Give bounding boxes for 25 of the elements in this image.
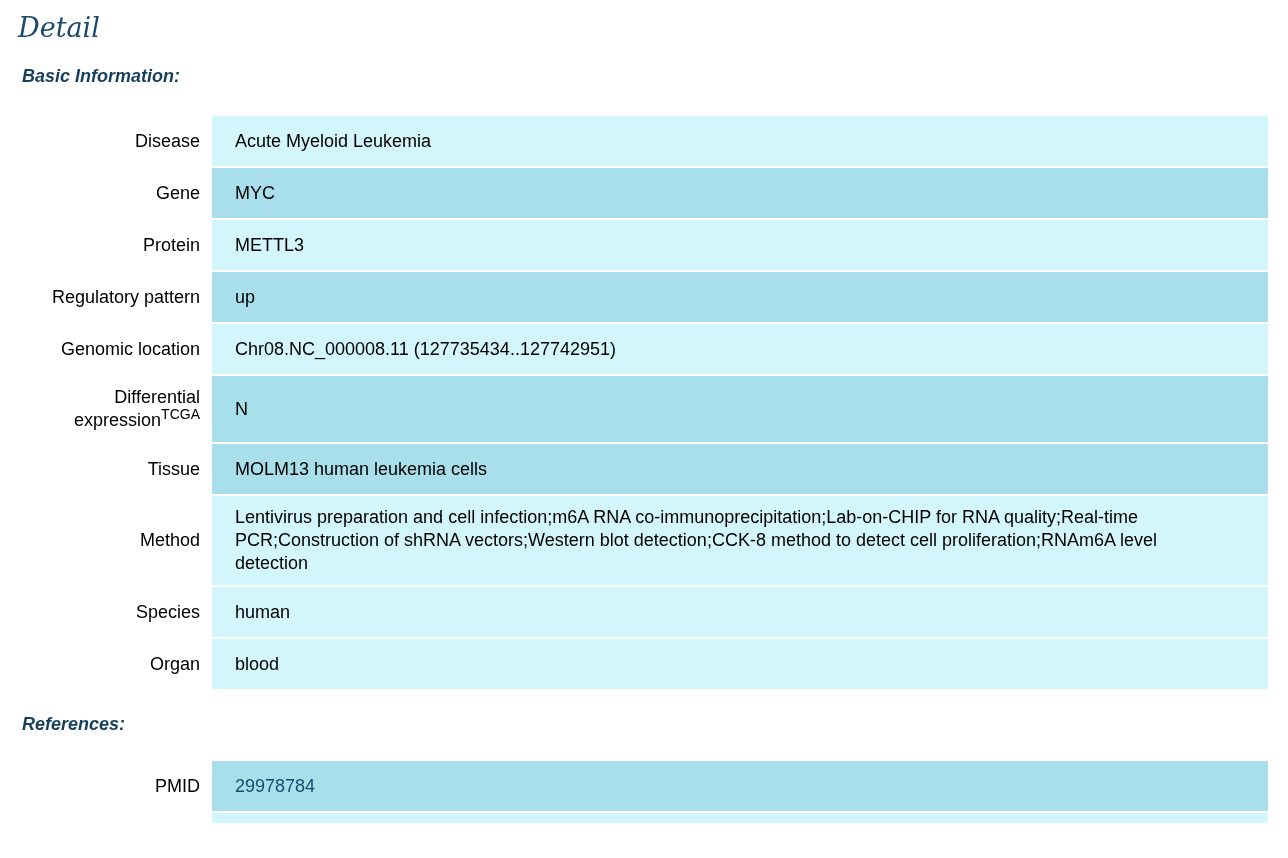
field-value: Lentivirus preparation and cell infection;m6A RNA co-immunoprecipitation;Lab-on-CHIP for RNA quality;Real-time PCR;Construction of shRNA vectors;Western blot detection;CCK-8 method to detect cell proliferation;RNAm6A level detection [212,496,1268,585]
field-label: Protein [142,233,200,257]
pmid-link[interactable]: 29978784 [235,774,316,798]
section-heading: Basic Information: [21,65,182,88]
field-value: N [212,376,1268,442]
field-label: Species [135,600,200,624]
field-value: METTL3 [212,220,1268,270]
field-label: PMID [155,774,200,798]
field-value: up [212,272,1268,322]
field-label: Genomic location [60,337,200,361]
field-label: Regulatory pattern [51,285,200,309]
field-value: blood [212,639,1268,689]
field-value: MYC [212,168,1268,218]
field-label: Gene [155,181,200,205]
field-value: MOLM13 human leukemia cells [212,444,1268,494]
field-label: Organ [149,652,200,676]
field-label: Tissue [147,457,200,481]
field-label: Disease [134,129,200,153]
field-label: Differential expression$^{TCGA}$ [73,386,200,432]
field-label: Method [139,529,200,552]
field-value: Acute Myeloid Leukemia [212,116,1268,166]
section-heading: References: [21,713,127,736]
page-title: Detail [18,11,101,45]
field-value: Chr08.NC_000008.11 (127735434..127742951) [212,324,1268,374]
field-value: human [212,587,1268,637]
